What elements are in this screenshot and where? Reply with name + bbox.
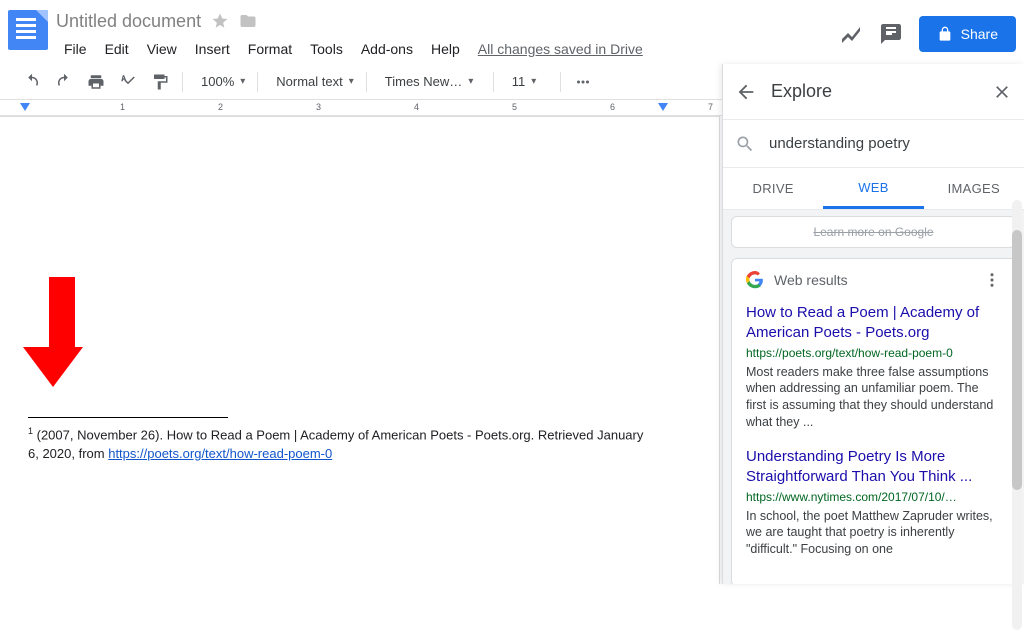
comments-icon[interactable]	[879, 22, 903, 46]
search-icon	[735, 134, 755, 154]
paragraph-style-select[interactable]: Normal text	[266, 68, 358, 96]
ruler-mark: 5	[512, 102, 517, 112]
web-results-label: Web results	[774, 272, 973, 288]
explore-query[interactable]: understanding poetry	[769, 135, 1012, 152]
footnote-separator	[28, 417, 228, 418]
result-url: https://poets.org/text/how-read-poem-0	[746, 346, 1001, 360]
scrollbar[interactable]	[1012, 200, 1022, 630]
explore-panel: Explore understanding poetry DRIVE WEB I…	[722, 64, 1024, 584]
move-folder-icon[interactable]	[239, 12, 257, 30]
docs-logo[interactable]	[8, 10, 48, 50]
close-icon[interactable]	[992, 82, 1012, 102]
menu-edit[interactable]: Edit	[97, 37, 137, 61]
star-icon[interactable]	[211, 12, 229, 30]
ruler-mark: 2	[218, 102, 223, 112]
more-icon[interactable]	[983, 271, 1001, 289]
result-title[interactable]: How to Read a Poem | Academy of American…	[746, 303, 1001, 344]
redo-button[interactable]	[50, 68, 78, 96]
result-snippet: Most readers make three false assumption…	[746, 364, 1001, 432]
print-button[interactable]	[82, 68, 110, 96]
more-formatting-button[interactable]	[569, 68, 597, 96]
search-result[interactable]: Understanding Poetry Is More Straightfor…	[746, 447, 1001, 558]
result-title[interactable]: Understanding Poetry Is More Straightfor…	[746, 447, 1001, 488]
ruler-mark: 7	[708, 102, 713, 112]
ruler-mark: 4	[414, 102, 419, 112]
red-arrow-annotation	[40, 277, 83, 387]
zoom-select[interactable]: 100%	[191, 68, 249, 96]
learn-more-card[interactable]: Learn more on Google	[731, 216, 1016, 248]
font-size-select[interactable]: 11	[502, 68, 552, 96]
menu-view[interactable]: View	[139, 37, 185, 61]
menu-help[interactable]: Help	[423, 37, 468, 61]
share-label: Share	[961, 26, 998, 42]
right-indent-marker[interactable]	[658, 103, 668, 111]
tab-web[interactable]: WEB	[823, 168, 923, 209]
ruler-mark: 6	[610, 102, 615, 112]
footnote-link[interactable]: https://poets.org/text/how-read-poem-0	[108, 446, 332, 461]
menu-file[interactable]: File	[56, 37, 95, 61]
paint-format-button[interactable]	[146, 68, 174, 96]
tab-drive[interactable]: DRIVE	[723, 168, 823, 209]
google-icon	[746, 271, 764, 289]
tab-images[interactable]: IMAGES	[924, 168, 1024, 209]
web-results-card: Web results How to Read a Poem | Academy…	[731, 258, 1016, 584]
back-icon[interactable]	[735, 81, 757, 103]
ruler-mark: 1	[120, 102, 125, 112]
share-button[interactable]: Share	[919, 16, 1016, 52]
save-state[interactable]: All changes saved in Drive	[478, 37, 643, 61]
footnote-text[interactable]: 1 (2007, November 26). How to Read a Poe…	[28, 425, 648, 463]
ruler[interactable]: 1 2 3 4 5 6 7	[0, 100, 722, 116]
ruler-mark: 3	[316, 102, 321, 112]
result-url: https://www.nytimes.com/2017/07/10/…	[746, 490, 1001, 504]
explore-tabs: DRIVE WEB IMAGES	[723, 168, 1024, 210]
lock-icon	[937, 26, 953, 42]
menu-format[interactable]: Format	[240, 37, 300, 61]
menu-bar: File Edit View Insert Format Tools Add-o…	[56, 37, 839, 61]
activity-icon[interactable]	[839, 22, 863, 46]
font-select[interactable]: Times New…	[375, 68, 485, 96]
result-snippet: In school, the poet Matthew Zapruder wri…	[746, 508, 1001, 559]
doc-title[interactable]: Untitled document	[56, 11, 201, 32]
explore-search[interactable]: understanding poetry	[723, 120, 1024, 168]
explore-title: Explore	[771, 81, 978, 102]
undo-button[interactable]	[18, 68, 46, 96]
menu-insert[interactable]: Insert	[187, 37, 238, 61]
left-indent-marker[interactable]	[20, 103, 30, 111]
document-page[interactable]: 1 (2007, November 26). How to Read a Poe…	[0, 116, 720, 584]
menu-addons[interactable]: Add-ons	[353, 37, 421, 61]
menu-tools[interactable]: Tools	[302, 37, 351, 61]
spellcheck-button[interactable]	[114, 68, 142, 96]
scrollbar-thumb[interactable]	[1012, 230, 1022, 490]
search-result[interactable]: How to Read a Poem | Academy of American…	[746, 303, 1001, 431]
